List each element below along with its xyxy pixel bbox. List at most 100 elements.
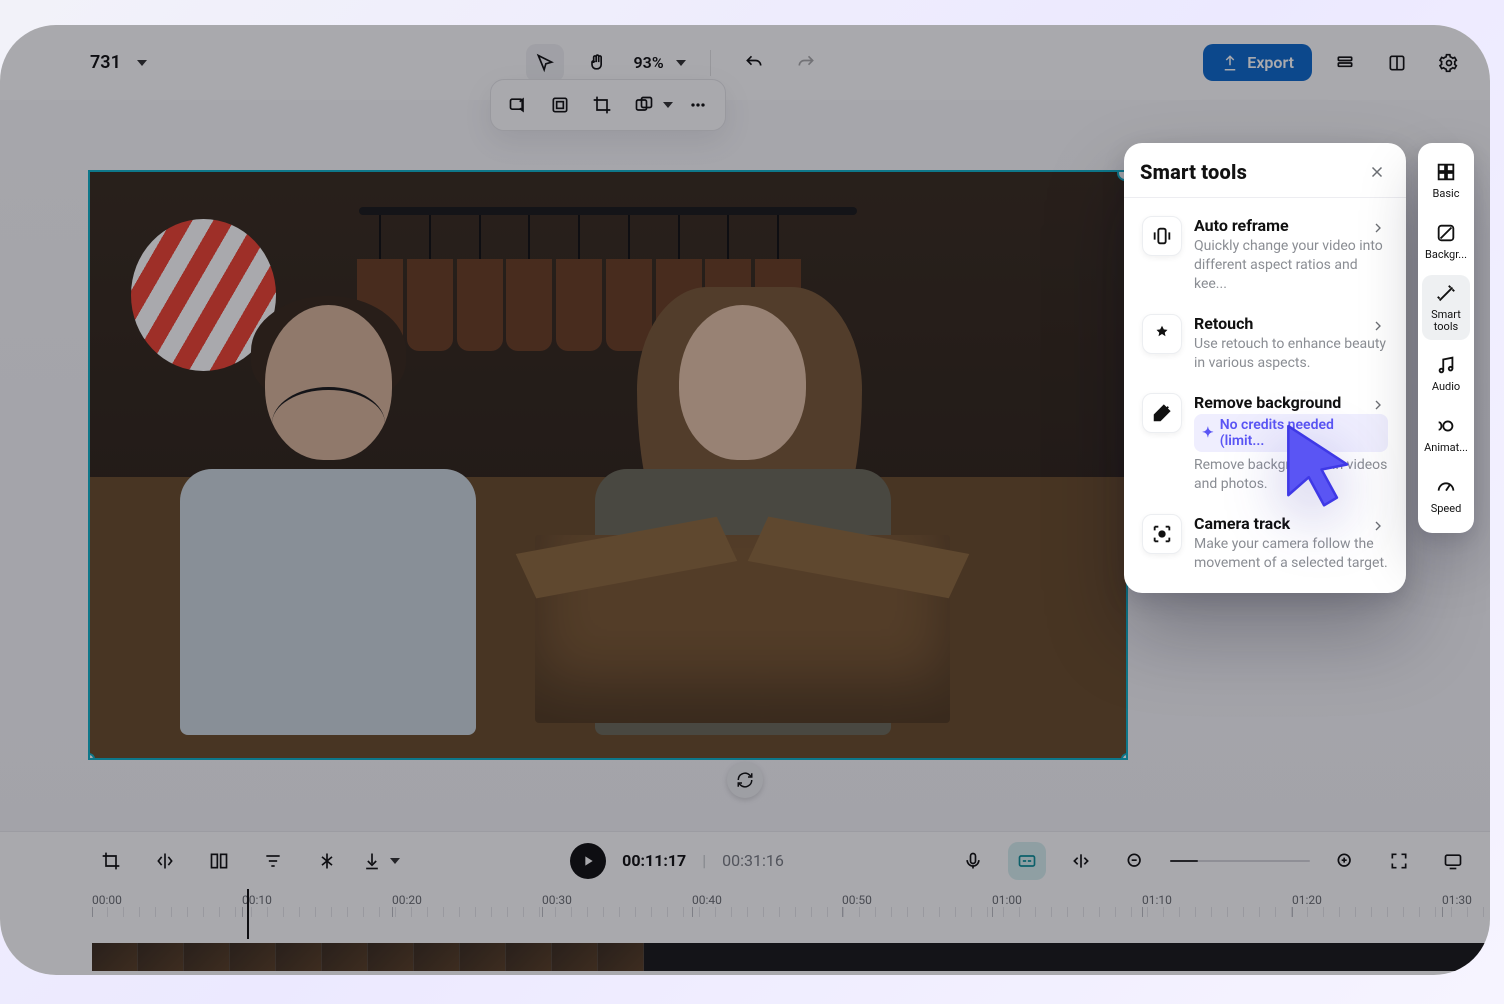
redo-button[interactable]: [787, 44, 825, 82]
mic-button[interactable]: [954, 842, 992, 880]
crop-button[interactable]: [585, 88, 619, 122]
chevron-right-icon: [1370, 318, 1386, 334]
gauge-icon: [1435, 476, 1457, 498]
chevron-right-icon: [1370, 518, 1386, 534]
export-button[interactable]: Export: [1203, 44, 1312, 81]
motion-icon: [1435, 415, 1457, 437]
smart-tools-panel: Smart tools Auto reframe Quickly change …: [1124, 143, 1406, 593]
more-button[interactable]: [681, 88, 715, 122]
split-layout-button[interactable]: [200, 842, 238, 880]
zoom-slider[interactable]: [1170, 860, 1310, 862]
tool-desc: Remove backgrounds in videos and photos.: [1194, 456, 1388, 494]
play-button[interactable]: [570, 843, 606, 879]
aspect-ratio-button[interactable]: [627, 88, 673, 122]
chevron-down-icon: [663, 102, 673, 108]
ruler-tick-label: 01:30: [1442, 893, 1472, 907]
sidebar-item-animation[interactable]: Animat...: [1422, 407, 1470, 462]
chevron-down-icon: [676, 60, 686, 66]
zoom-value: 93%: [634, 53, 664, 72]
video-clip[interactable]: [92, 943, 1490, 971]
split-clip-button[interactable]: [308, 842, 346, 880]
wand-icon: [1435, 283, 1457, 305]
sidebar-item-smart-tools[interactable]: Smart tools: [1422, 275, 1470, 340]
tool-retouch[interactable]: Retouch Use retouch to enhance beauty in…: [1140, 304, 1390, 383]
cursor-tool-button[interactable]: [526, 44, 564, 82]
tool-name: Camera track: [1194, 514, 1388, 533]
flip-button[interactable]: [146, 842, 184, 880]
ruler-tick: 00:50: [842, 889, 872, 939]
time-total: 00:31:16: [722, 851, 784, 870]
zoom-level[interactable]: 93%: [634, 53, 686, 72]
undo-button[interactable]: [735, 44, 773, 82]
ruler-tick-label: 00:40: [692, 893, 722, 907]
hand-tool-button[interactable]: [578, 44, 616, 82]
tool-name: Auto reframe: [1194, 216, 1388, 235]
split-view-button[interactable]: [1062, 842, 1100, 880]
close-button[interactable]: [1364, 159, 1390, 185]
ruler-tick-label: 00:30: [542, 893, 572, 907]
settings-button[interactable]: [1430, 44, 1468, 82]
layout-split-button[interactable]: [1378, 44, 1416, 82]
grid-icon: [1435, 161, 1457, 183]
clip-track[interactable]: [0, 939, 1490, 975]
timeline-ruler[interactable]: 00:0000:1000:2000:3000:4000:5001:0001:10…: [0, 889, 1490, 939]
ruler-tick-label: 00:00: [92, 893, 122, 907]
tool-name: Remove background: [1194, 393, 1388, 412]
zoom-in-button[interactable]: [1326, 842, 1364, 880]
sidebar-item-audio[interactable]: Audio: [1422, 346, 1470, 401]
timeline-controls: 00:11:17 | 00:31:16: [0, 831, 1490, 889]
tool-desc: Quickly change your video into different…: [1194, 237, 1388, 294]
sidebar-item-speed[interactable]: Speed: [1422, 468, 1470, 523]
tool-camera-track[interactable]: Camera track Make your camera follow the…: [1140, 504, 1390, 583]
right-sidebar: Basic Backgr... Smart tools Audio Animat…: [1418, 143, 1474, 533]
diagonal-icon: [1435, 222, 1457, 244]
tool-auto-reframe[interactable]: Auto reframe Quickly change your video i…: [1140, 206, 1390, 304]
ruler-tick-label: 00:20: [392, 893, 422, 907]
video-preview: [90, 172, 1126, 758]
ruler-tick: 01:10: [1142, 889, 1172, 939]
filter-button[interactable]: [254, 842, 292, 880]
ruler-tick-label: 01:20: [1292, 893, 1322, 907]
sidebar-label: Animat...: [1424, 441, 1468, 454]
ruler-tick: 01:00: [992, 889, 1022, 939]
export-label: Export: [1247, 53, 1294, 72]
camera-track-icon: [1142, 514, 1182, 554]
ruler-tick: 01:20: [1292, 889, 1322, 939]
sidebar-item-background[interactable]: Backgr...: [1422, 214, 1470, 269]
app-window: 731 93% Export: [0, 25, 1490, 975]
present-button[interactable]: [1434, 842, 1472, 880]
time-current: 00:11:17: [622, 851, 686, 870]
download-button[interactable]: [362, 842, 400, 880]
ruler-tick-label: 01:00: [992, 893, 1022, 907]
tool-desc: Make your camera follow the movement of …: [1194, 535, 1388, 573]
ruler-tick: 00:40: [692, 889, 722, 939]
captions-button[interactable]: [1008, 842, 1046, 880]
layout-stack-button[interactable]: [1326, 44, 1364, 82]
music-icon: [1435, 354, 1457, 376]
sidebar-item-basic[interactable]: Basic: [1422, 153, 1470, 208]
credits-badge: ✦ No credits needed (limit...: [1194, 414, 1388, 452]
sidebar-label: Audio: [1424, 380, 1468, 393]
zoom-out-button[interactable]: [1116, 842, 1154, 880]
ruler-tick: 00:30: [542, 889, 572, 939]
ruler-tick-label: 01:10: [1142, 893, 1172, 907]
video-frame[interactable]: [88, 170, 1128, 760]
tool-name: Retouch: [1194, 314, 1388, 333]
fit-frame-button[interactable]: [543, 88, 577, 122]
credits-text: No credits needed (limit...: [1220, 417, 1380, 449]
top-toolbar: 731 93% Export: [0, 25, 1490, 100]
tool-remove-background[interactable]: Remove background ✦ No credits needed (l…: [1140, 383, 1390, 504]
panel-title: Smart tools: [1140, 160, 1247, 184]
chevron-down-icon[interactable]: [137, 60, 147, 66]
project-id: 731: [90, 52, 121, 73]
remove-bg-icon: [1142, 393, 1182, 433]
fit-screen-button[interactable]: [1380, 842, 1418, 880]
ruler-tick: 00:20: [392, 889, 422, 939]
sidebar-label: Basic: [1424, 187, 1468, 200]
playhead[interactable]: [247, 889, 249, 939]
replace-media-button[interactable]: [501, 88, 535, 122]
crop-timeline-button[interactable]: [92, 842, 130, 880]
reset-transform-button[interactable]: [727, 762, 763, 798]
ruler-tick: 00:00: [92, 889, 122, 939]
chevron-right-icon: [1370, 397, 1386, 413]
